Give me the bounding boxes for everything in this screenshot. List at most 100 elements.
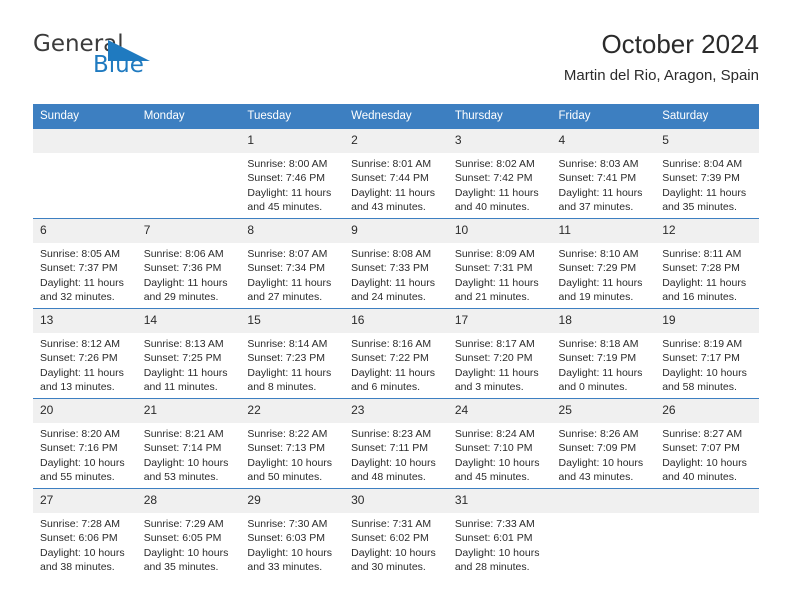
calendar-day-cell[interactable]: 20 Sunrise: 8:20 AM Sunset: 7:16 PM Dayligh…	[33, 398, 137, 489]
calendar-day-cell[interactable]: 31 Sunrise: 7:33 AM Sunset: 6:01 PM Dayligh…	[447, 488, 552, 578]
day-info-line: Sunset: 7:25 PM	[143, 352, 222, 365]
day-info-line: Daylight: 10 hours	[40, 456, 125, 469]
day-info-line: Daylight: 11 hours	[662, 276, 747, 289]
calendar-day-cell[interactable]: 29 Sunrise: 7:30 AM Sunset: 6:03 PM Dayligh…	[240, 488, 345, 578]
day-info-line: Sunset: 7:31 PM	[454, 262, 533, 275]
day-info-line: and 3 minutes.	[454, 380, 524, 393]
calendar-day-cell[interactable]: 12 Sunrise: 8:11 AM Sunset: 7:28 PM Dayligh…	[655, 218, 759, 309]
day-info-line: Sunrise: 8:22 AM	[247, 428, 328, 440]
day-info-line: and 55 minutes.	[40, 470, 115, 483]
day-info-line: Daylight: 10 hours	[247, 456, 333, 469]
day-info-line: Sunset: 7:10 PM	[454, 442, 533, 455]
calendar-day-cell[interactable]: 19 Sunrise: 8:19 AM Sunset: 7:17 PM Dayligh…	[655, 308, 759, 399]
day-info-line: Daylight: 11 hours	[351, 276, 435, 289]
calendar-day-cell[interactable]: 6 Sunrise: 8:05 AM Sunset: 7:37 PM Daylight…	[33, 218, 137, 309]
day-details: Sunrise: 8:11 AM Sunset: 7:28 PM Daylight:…	[655, 243, 759, 304]
day-details: Sunrise: 8:03 AM Sunset: 7:41 PM Daylight:…	[552, 153, 656, 214]
calendar-week-row: 20 Sunrise: 8:20 AM Sunset: 7:16 PM Dayligh…	[33, 398, 759, 489]
calendar-day-cell[interactable]: 3 Sunrise: 8:02 AM Sunset: 7:42 PM Daylight…	[447, 128, 552, 219]
day-info-line: and 50 minutes.	[247, 470, 323, 483]
calendar-day-cell[interactable]: 15 Sunrise: 8:14 AM Sunset: 7:23 PM Dayligh…	[240, 308, 345, 399]
day-info-line: Daylight: 10 hours	[454, 456, 540, 469]
day-number: 20	[33, 399, 137, 423]
calendar-day-cell[interactable]: 14 Sunrise: 8:13 AM Sunset: 7:25 PM Dayligh…	[136, 308, 241, 399]
day-info-line: Daylight: 10 hours	[247, 546, 333, 559]
logo-text-blue: Blue	[93, 52, 144, 78]
day-info-line: Daylight: 11 hours	[40, 366, 124, 379]
day-info-line: Daylight: 11 hours	[558, 366, 643, 379]
calendar-day-cell[interactable]: 5 Sunrise: 8:04 AM Sunset: 7:39 PM Daylight…	[655, 128, 759, 219]
weekday-header-sunday: Sunday	[33, 104, 137, 129]
calendar-day-cell[interactable]: 23 Sunrise: 8:23 AM Sunset: 7:11 PM Dayligh…	[344, 398, 448, 489]
calendar-day-cell[interactable]: 1 Sunrise: 8:00 AM Sunset: 7:46 PM Daylight…	[240, 128, 345, 219]
calendar-day-cell[interactable]: 4 Sunrise: 8:03 AM Sunset: 7:41 PM Daylight…	[551, 128, 656, 219]
calendar-day-cell[interactable]: 11 Sunrise: 8:10 AM Sunset: 7:29 PM Dayligh…	[551, 218, 656, 309]
day-number: 10	[447, 219, 552, 243]
day-info-line: Daylight: 11 hours	[662, 186, 747, 199]
day-info-line: and 16 minutes.	[662, 290, 737, 303]
day-number	[136, 129, 241, 153]
day-info-line: Sunset: 7:19 PM	[558, 352, 637, 365]
calendar-day-cell[interactable]: 2 Sunrise: 8:01 AM Sunset: 7:44 PM Daylight…	[344, 128, 448, 219]
day-info-line: Sunset: 7:33 PM	[351, 262, 429, 275]
calendar-day-cell[interactable]: 24 Sunrise: 8:24 AM Sunset: 7:10 PM Dayligh…	[447, 398, 552, 489]
day-info-line: and 45 minutes.	[454, 470, 530, 483]
day-info-line: and 33 minutes.	[247, 560, 323, 573]
day-info-line: Sunset: 7:46 PM	[247, 172, 326, 185]
day-info-line: Sunset: 7:37 PM	[40, 262, 118, 275]
calendar-header-row: Sunday Monday Tuesday Wednesday Thursday…	[33, 104, 759, 129]
day-info-line: Sunset: 6:05 PM	[143, 532, 222, 545]
day-info-line: and 32 minutes.	[40, 290, 115, 303]
calendar-day-cell[interactable]: 26 Sunrise: 8:27 AM Sunset: 7:07 PM Dayligh…	[655, 398, 759, 489]
day-info-line: Sunrise: 8:07 AM	[247, 248, 328, 260]
calendar-empty-cell	[33, 128, 137, 219]
day-details: Sunrise: 7:28 AM Sunset: 6:06 PM Daylight:…	[33, 513, 137, 574]
day-info-line: Sunset: 7:34 PM	[247, 262, 326, 275]
calendar-day-cell[interactable]: 18 Sunrise: 8:18 AM Sunset: 7:19 PM Dayligh…	[551, 308, 656, 399]
day-details: Sunrise: 8:27 AM Sunset: 7:07 PM Daylight:…	[655, 423, 759, 484]
day-details: Sunrise: 7:33 AM Sunset: 6:01 PM Daylight:…	[448, 513, 552, 574]
calendar-day-cell[interactable]: 21 Sunrise: 8:21 AM Sunset: 7:14 PM Dayligh…	[136, 398, 241, 489]
day-info-line: Daylight: 10 hours	[351, 456, 436, 469]
calendar-page: General Blue October 2024 Martin del Rio…	[0, 0, 792, 612]
day-details: Sunrise: 8:10 AM Sunset: 7:29 PM Daylight:…	[552, 243, 656, 304]
day-number	[655, 489, 759, 513]
calendar-day-cell[interactable]: 9 Sunrise: 8:08 AM Sunset: 7:33 PM Daylight…	[344, 218, 448, 309]
day-info-line: Daylight: 11 hours	[558, 186, 643, 199]
day-info-line: Daylight: 11 hours	[143, 366, 228, 379]
calendar-day-cell[interactable]: 13 Sunrise: 8:12 AM Sunset: 7:26 PM Dayligh…	[33, 308, 137, 399]
calendar-day-cell[interactable]: 7 Sunrise: 8:06 AM Sunset: 7:36 PM Daylight…	[136, 218, 241, 309]
weekday-header-friday: Friday	[551, 104, 656, 129]
calendar-day-cell[interactable]: 28 Sunrise: 7:29 AM Sunset: 6:05 PM Dayligh…	[136, 488, 241, 578]
day-number: 4	[551, 129, 656, 153]
day-details: Sunrise: 8:17 AM Sunset: 7:20 PM Daylight:…	[448, 333, 552, 394]
day-info-line: and 40 minutes.	[662, 470, 737, 483]
day-info-line: Sunset: 7:13 PM	[247, 442, 326, 455]
day-number: 27	[33, 489, 137, 513]
calendar-day-cell[interactable]: 8 Sunrise: 8:07 AM Sunset: 7:34 PM Daylight…	[240, 218, 345, 309]
calendar-day-cell[interactable]: 16 Sunrise: 8:16 AM Sunset: 7:22 PM Dayligh…	[344, 308, 448, 399]
calendar-day-cell[interactable]: 30 Sunrise: 7:31 AM Sunset: 6:02 PM Dayligh…	[344, 488, 448, 578]
day-info-line: Daylight: 10 hours	[40, 546, 125, 559]
day-info-line: Sunrise: 8:19 AM	[662, 338, 743, 350]
day-number: 31	[447, 489, 552, 513]
day-info-line: Sunset: 6:03 PM	[247, 532, 326, 545]
day-number: 23	[344, 399, 448, 423]
calendar-day-cell[interactable]: 22 Sunrise: 8:22 AM Sunset: 7:13 PM Dayligh…	[240, 398, 345, 489]
calendar-day-cell[interactable]: 25 Sunrise: 8:26 AM Sunset: 7:09 PM Dayligh…	[551, 398, 656, 489]
day-info-line: Sunrise: 8:13 AM	[143, 338, 224, 350]
calendar-day-cell[interactable]: 27 Sunrise: 7:28 AM Sunset: 6:06 PM Dayligh…	[33, 488, 137, 578]
calendar-week-row: 27 Sunrise: 7:28 AM Sunset: 6:06 PM Dayligh…	[33, 488, 759, 578]
day-info-line: Daylight: 11 hours	[351, 366, 435, 379]
day-info-line: Sunrise: 7:29 AM	[143, 518, 224, 530]
day-info-line: Daylight: 10 hours	[454, 546, 540, 559]
day-info-line: Sunrise: 7:33 AM	[454, 518, 535, 530]
day-info-line: Sunrise: 8:12 AM	[40, 338, 120, 350]
calendar-day-cell[interactable]: 10 Sunrise: 8:09 AM Sunset: 7:31 PM Dayligh…	[447, 218, 552, 309]
general-blue-logo[interactable]: General Blue	[33, 31, 253, 87]
day-info-line: Sunrise: 8:18 AM	[558, 338, 639, 350]
day-number: 5	[655, 129, 759, 153]
calendar-day-cell[interactable]: 17 Sunrise: 8:17 AM Sunset: 7:20 PM Dayligh…	[447, 308, 552, 399]
day-info-line: and 48 minutes.	[351, 470, 426, 483]
day-details: Sunrise: 8:19 AM Sunset: 7:17 PM Daylight:…	[655, 333, 759, 394]
